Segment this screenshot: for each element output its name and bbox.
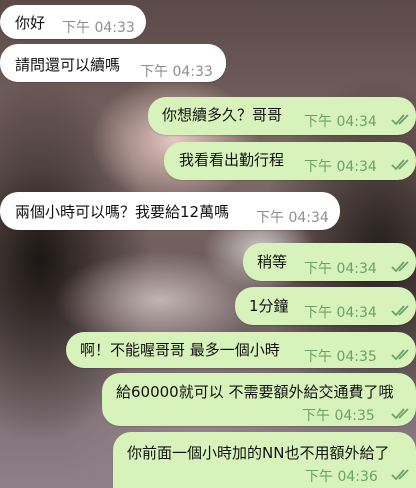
message-bubble-incoming[interactable]: 請問還可以續嗎 下午 04:33: [0, 44, 226, 82]
message-text: 1分鐘: [249, 297, 289, 315]
message-text: 你好: [15, 14, 46, 32]
message-bubble-outgoing[interactable]: 啊！不能喔哥哥 最多一個小時 下午 04:35: [66, 332, 416, 368]
message-bubble-outgoing[interactable]: 你想續多久？哥哥 下午 04:34: [148, 97, 416, 135]
double-check-icon: [391, 114, 409, 126]
double-check-icon: [391, 305, 409, 317]
message-text: 稍等: [257, 253, 288, 271]
message-time: 下午 04:34: [304, 114, 377, 130]
double-check-icon: [391, 469, 409, 481]
double-check-icon: [391, 408, 409, 420]
message-time: 下午 04:34: [256, 210, 329, 226]
message-bubble-outgoing[interactable]: 1分鐘 下午 04:34: [235, 287, 416, 325]
message-bubble-outgoing[interactable]: 稍等 下午 04:34: [243, 243, 416, 281]
message-text: 啊！不能喔哥哥 最多一個小時: [80, 341, 280, 359]
message-bubble-outgoing[interactable]: 你前面一個小時加的NN也不用額外給了 下午 04:36: [113, 432, 416, 488]
message-text: 我看看出勤行程: [179, 151, 285, 169]
message-time: 下午 04:33: [140, 64, 213, 80]
message-time: 下午 04:34: [304, 305, 377, 321]
message-time: 下午 04:34: [304, 261, 377, 277]
message-bubble-incoming[interactable]: 你好 下午 04:33: [0, 5, 146, 39]
message-text: 兩個小時可以嗎？我要給12萬嗎: [15, 203, 230, 221]
message-text: 你前面一個小時加的NN也不用額外給了: [127, 444, 390, 462]
message-time: 下午 04:34: [304, 159, 377, 175]
message-text: 給60000就可以 不需要額外給交通費了哦: [116, 383, 394, 401]
double-check-icon: [391, 261, 409, 273]
message-bubble-outgoing[interactable]: 給60000就可以 不需要額外給交通費了哦 下午 04:35: [102, 373, 416, 426]
message-time: 下午 04:33: [62, 20, 135, 36]
message-time: 下午 04:35: [302, 408, 375, 424]
message-text: 你想續多久？哥哥: [162, 106, 283, 124]
message-bubble-incoming[interactable]: 兩個小時可以嗎？我要給12萬嗎 下午 04:34: [0, 192, 340, 230]
double-check-icon: [391, 159, 409, 171]
message-bubble-outgoing[interactable]: 我看看出勤行程 下午 04:34: [164, 142, 416, 180]
message-time: 下午 04:36: [305, 469, 378, 485]
double-check-icon: [391, 349, 409, 361]
message-text: 請問還可以續嗎: [15, 56, 121, 74]
message-time: 下午 04:35: [304, 349, 377, 365]
